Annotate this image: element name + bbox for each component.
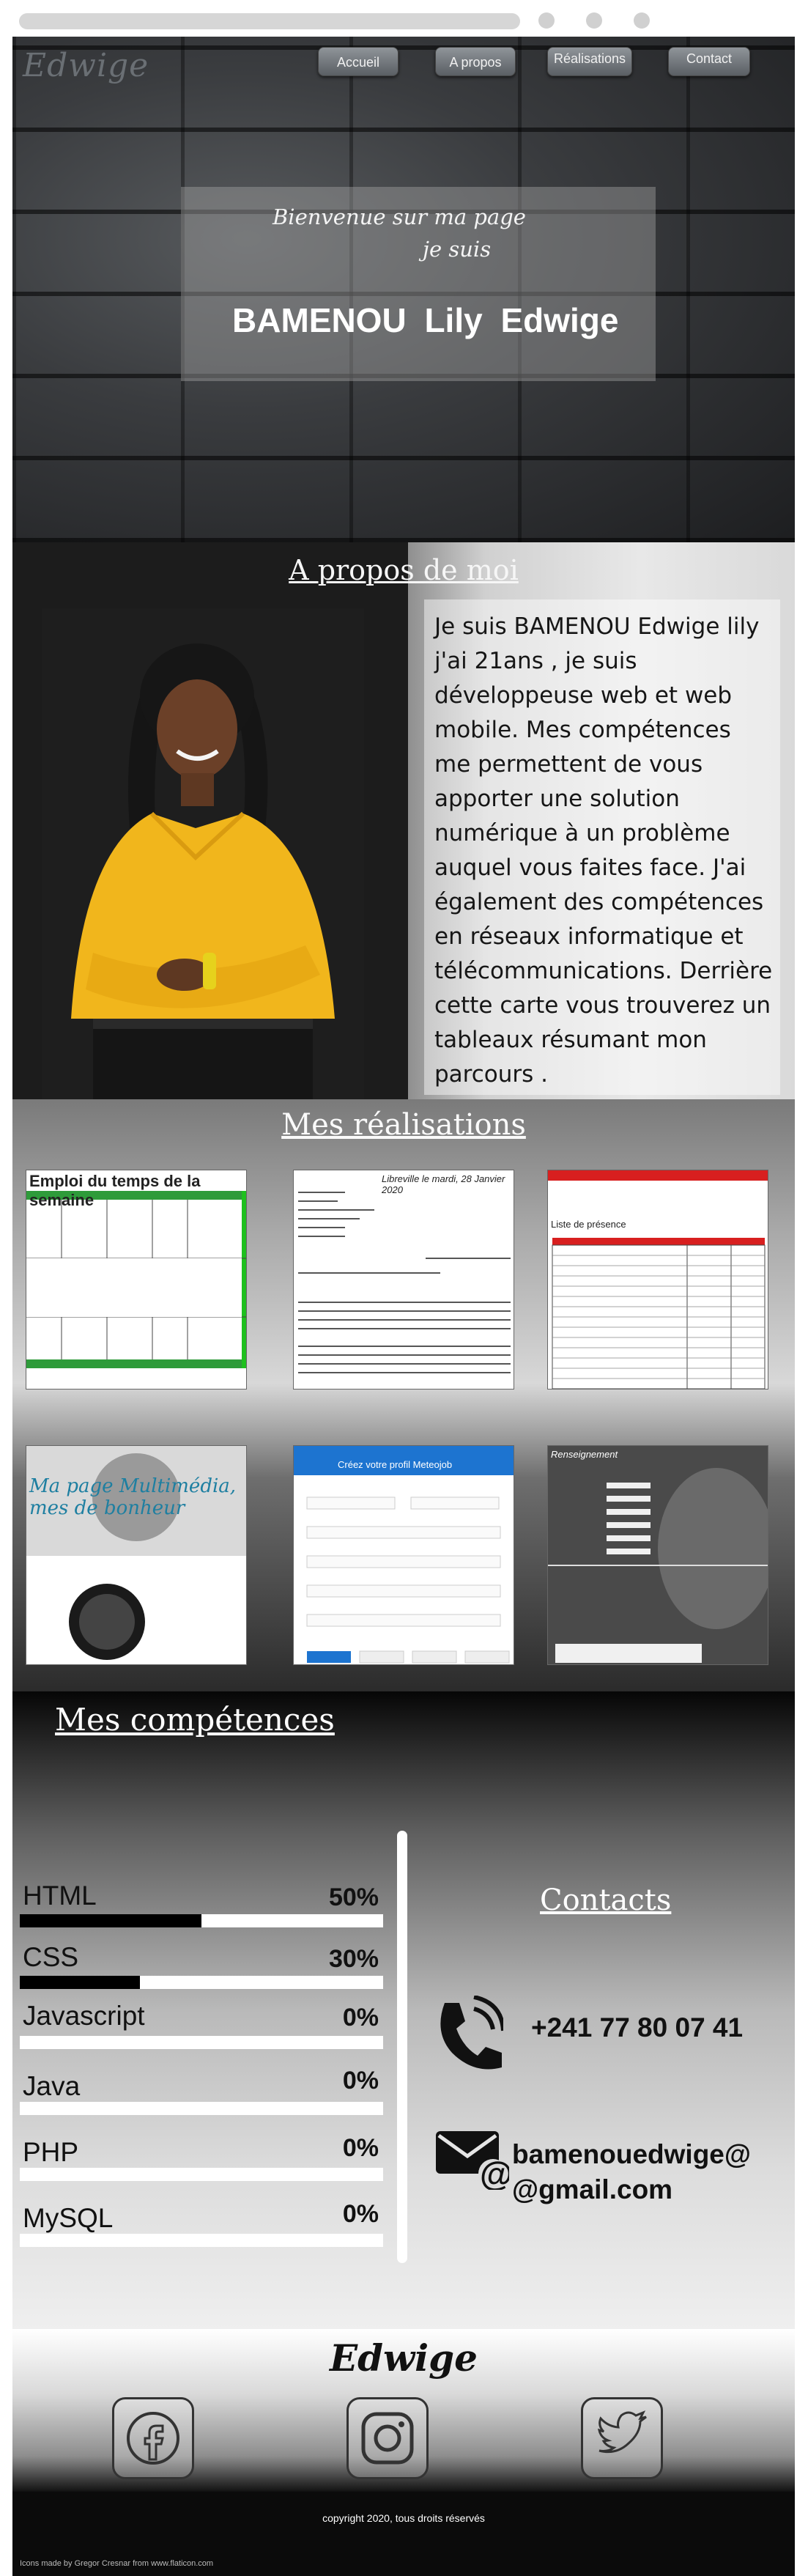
- about-section: A propos de moi Je suis BAMENOU Edwige l…: [12, 542, 795, 1099]
- hero-welcome-line: Bienvenue sur ma page: [273, 204, 526, 229]
- project-thumbnail-timetable[interactable]: Emploi du temps de la semaine: [26, 1170, 247, 1390]
- project-thumbnail-letter[interactable]: Libreville le mardi, 28 Janvier 2020: [293, 1170, 514, 1390]
- nav-a-propos[interactable]: A propos: [435, 47, 516, 76]
- instagram-icon[interactable]: [346, 2397, 429, 2479]
- hero-welcome-line-2: je suis: [423, 237, 492, 262]
- thumbnail-caption: Ma page Multimédia, mes de bonheur: [29, 1475, 237, 1519]
- project-thumbnail-renseignement[interactable]: Renseignement: [547, 1445, 768, 1665]
- site-logo[interactable]: Edwige: [23, 47, 149, 84]
- window-dot-1[interactable]: [538, 12, 555, 29]
- window-dot-3[interactable]: [634, 12, 650, 29]
- address-bar[interactable]: [19, 13, 520, 29]
- skill-percent-mysql: 0%: [342, 2200, 379, 2228]
- skill-bar-php: [20, 2168, 383, 2181]
- skill-name-mysql: MySQL: [23, 2203, 114, 2233]
- realisations-section: Mes réalisations Emploi du temps de la s…: [12, 1099, 795, 1691]
- skill-percent-css: 30%: [328, 1945, 379, 1973]
- renseignement-preview: [548, 1446, 768, 1664]
- window-dot-2[interactable]: [586, 12, 602, 29]
- skill-bar-mysql: [20, 2234, 383, 2247]
- footer-name: Edwige: [330, 2336, 478, 2380]
- skill-bar-css: [20, 1976, 383, 1989]
- skill-name-html: HTML: [23, 1881, 97, 1911]
- hero-card: Bienvenue sur ma page je suis BAMENOU Li…: [181, 187, 656, 381]
- skill-name-javascript: Javascript: [23, 2001, 145, 2031]
- skill-name-java: Java: [23, 2071, 81, 2101]
- competences-section: Mes compétences HTML 50% CSS 30% Javascr…: [12, 1691, 795, 2329]
- skill-bar-java: [20, 2102, 383, 2115]
- skill-fill: [20, 1914, 201, 1927]
- icon-credits: Icons made by Gregor Cresnar from www.fl…: [20, 2559, 214, 2568]
- skill-name-css: CSS: [23, 1942, 79, 1972]
- browser-chrome: [0, 0, 808, 37]
- skill-bar-javascript: [20, 2036, 383, 2049]
- letter-preview: [294, 1170, 514, 1389]
- copyright-text: copyright 2020, tous droits réservés: [322, 2512, 485, 2524]
- nav-accueil[interactable]: Accueil: [318, 47, 399, 76]
- thumbnail-caption: Emploi du temps de la semaine: [29, 1172, 201, 1209]
- thumbnail-caption: Libreville le mardi, 28 Janvier 2020: [382, 1173, 505, 1195]
- skill-bar-html: [20, 1914, 383, 1927]
- footer-bottom: copyright 2020, tous droits réservés Ico…: [12, 2492, 795, 2576]
- page: Edwige Accueil A propos Réalisations Con…: [12, 37, 795, 2576]
- thumbnail-caption: Renseignement: [551, 1449, 618, 1460]
- envelope-at-icon: @: [436, 2131, 509, 2190]
- skill-percent-html: 50%: [328, 1883, 379, 1911]
- hero-section: Edwige Accueil A propos Réalisations Con…: [12, 37, 795, 542]
- project-thumbnail-multimedia[interactable]: Ma page Multimédia, mes de bonheur: [26, 1445, 247, 1665]
- contacts-title: Contacts: [540, 1883, 672, 1917]
- project-thumbnail-meteojob[interactable]: Créez votre profil Meteojob: [293, 1445, 514, 1665]
- phone-icon: [440, 1996, 503, 2070]
- footer-top: Edwige: [12, 2329, 795, 2492]
- hero-name: BAMENOU Lily Edwige: [232, 301, 619, 339]
- attendance-preview: [548, 1170, 768, 1389]
- profile-photo: [42, 608, 364, 1099]
- about-description: Je suis BAMENOU Edwige lily j'ai 21ans ,…: [434, 613, 773, 1088]
- meteojob-preview: [294, 1446, 514, 1664]
- nav-realisations[interactable]: Réalisations: [547, 47, 632, 76]
- competences-title: Mes compétences: [55, 1702, 335, 1738]
- contact-email[interactable]: bamenouedwige@ @gmail.com: [512, 2137, 783, 2207]
- skill-percent-javascript: 0%: [342, 2004, 379, 2031]
- facebook-icon[interactable]: [112, 2397, 194, 2479]
- about-text-card: Je suis BAMENOU Edwige lily j'ai 21ans ,…: [424, 599, 780, 1095]
- nav-contact[interactable]: Contact: [668, 47, 750, 76]
- section-divider: [397, 1831, 407, 2263]
- project-thumbnail-attendance[interactable]: Liste de présence: [547, 1170, 768, 1390]
- about-title: A propos de moi: [289, 554, 519, 586]
- skill-percent-php: 0%: [342, 2134, 379, 2162]
- skill-percent-java: 0%: [342, 2067, 379, 2095]
- thumbnail-caption: Créez votre profil Meteojob: [338, 1459, 453, 1470]
- thumbnail-caption: Liste de présence: [551, 1219, 626, 1230]
- svg-text:@: @: [480, 2155, 509, 2190]
- contact-phone[interactable]: +241 77 80 07 41: [531, 2012, 743, 2043]
- skill-name-php: PHP: [23, 2137, 79, 2167]
- skill-fill: [20, 1976, 140, 1989]
- twitter-icon[interactable]: [581, 2397, 663, 2479]
- realisations-title: Mes réalisations: [281, 1108, 526, 1142]
